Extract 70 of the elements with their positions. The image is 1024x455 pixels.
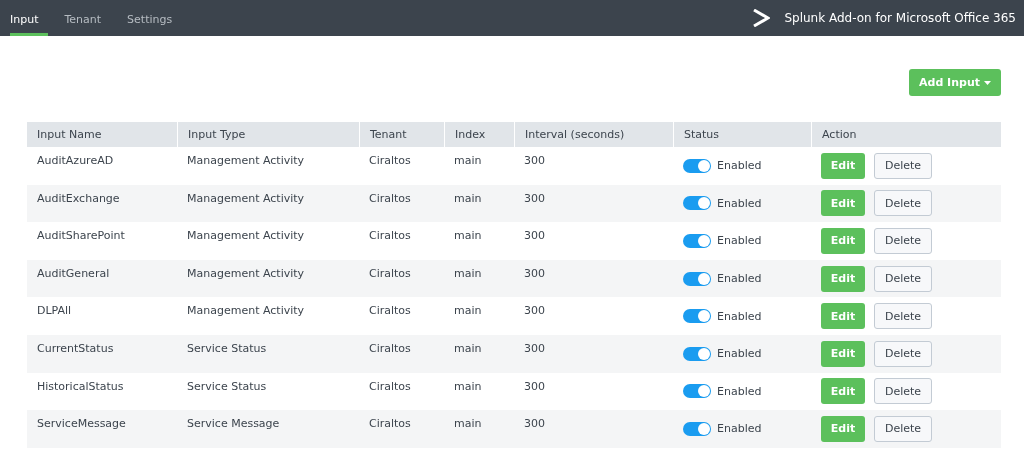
table-cell: Service Status — [187, 379, 267, 393]
table-cell: main — [454, 266, 482, 280]
table-cell: Ciraltos — [369, 304, 411, 318]
table-cell: CurrentStatus — [37, 341, 114, 355]
table-cell: Management Activity — [187, 304, 305, 318]
table-cell: AuditExchange — [37, 191, 120, 205]
status-label: Enabled — [717, 384, 762, 398]
table-cell: 300 — [524, 266, 545, 280]
status-label: Enabled — [717, 196, 762, 210]
toggle-switch[interactable] — [683, 196, 711, 211]
table-cell: Management Activity — [187, 154, 305, 167]
status-label: Enabled — [717, 159, 762, 173]
table-cell: Management Activity — [187, 266, 305, 280]
table-cell: Management Activity — [187, 191, 305, 205]
table-cell: main — [454, 417, 482, 431]
table-cell: 300 — [524, 341, 545, 355]
table-cell: AuditAzureAD — [37, 154, 114, 167]
column-header: Input Name — [36, 127, 103, 143]
table-cell: Ciraltos — [369, 379, 411, 393]
table-cell: AuditSharePoint — [37, 229, 125, 243]
table-cell: 300 — [524, 379, 545, 393]
toggle-switch[interactable] — [683, 421, 711, 436]
delete-button[interactable]: Delete — [874, 265, 932, 292]
table-cell: main — [454, 304, 482, 318]
delete-button[interactable]: Delete — [874, 340, 932, 367]
status-label: Enabled — [717, 422, 762, 436]
status-label: Enabled — [717, 234, 762, 248]
toggle-switch[interactable] — [683, 346, 711, 361]
toggle-switch[interactable] — [683, 234, 711, 248]
toggle-switch[interactable] — [683, 309, 711, 324]
table-cell: DLPAll — [37, 304, 72, 318]
nav-tab[interactable]: Tenant — [64, 0, 112, 36]
table-cell: Ciraltos — [369, 229, 411, 243]
table-cell: Ciraltos — [369, 417, 411, 431]
delete-button[interactable]: Delete — [874, 152, 932, 179]
nav-tab[interactable]: Settings — [127, 0, 183, 36]
table-cell: 300 — [524, 417, 545, 431]
delete-button[interactable]: Delete — [874, 378, 932, 405]
app-title: Splunk Add-on for Microsoft Office 365 — [784, 11, 1016, 25]
table-cell: Ciraltos — [369, 266, 411, 280]
status-label: Enabled — [717, 347, 762, 361]
table-cell: Ciraltos — [369, 341, 411, 355]
table-cell: main — [454, 379, 482, 393]
table-cell: Ciraltos — [369, 154, 411, 167]
nav-tab[interactable]: Input — [10, 0, 49, 36]
table-cell: 300 — [524, 304, 545, 318]
chevron-logo-icon — [752, 9, 771, 27]
toggle-switch[interactable] — [683, 271, 711, 286]
table-cell: AuditGeneral — [37, 266, 110, 280]
table-cell: ServiceMessage — [37, 417, 126, 431]
table-cell: main — [454, 191, 482, 205]
table-cell: 300 — [524, 191, 545, 205]
status-label: Enabled — [717, 309, 762, 323]
table-cell: Management Activity — [187, 229, 305, 243]
table-cell: main — [454, 341, 482, 355]
table-cell: Service Message — [187, 417, 280, 431]
delete-button[interactable]: Delete — [874, 228, 932, 254]
toggle-switch[interactable] — [683, 158, 711, 173]
table-cell: Service Status — [187, 341, 267, 355]
table-cell: Ciraltos — [369, 191, 411, 205]
table-cell: 300 — [524, 229, 545, 243]
table-cell: HistoricalStatus — [37, 379, 124, 393]
toggle-switch[interactable] — [683, 384, 711, 399]
table-cell: main — [454, 229, 482, 243]
status-label: Enabled — [717, 272, 762, 286]
delete-button[interactable]: Delete — [874, 415, 932, 442]
delete-button[interactable]: Delete — [874, 190, 932, 217]
table-cell: main — [454, 154, 482, 167]
delete-button[interactable]: Delete — [874, 303, 932, 330]
table-cell: 300 — [524, 154, 545, 167]
